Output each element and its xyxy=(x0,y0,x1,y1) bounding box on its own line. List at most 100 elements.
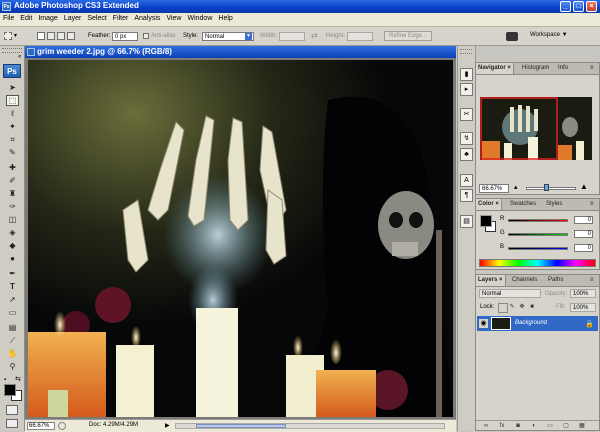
character-panel-icon[interactable]: A xyxy=(460,174,473,187)
height-input[interactable] xyxy=(347,32,373,41)
eye-icon[interactable]: ◉ xyxy=(479,319,488,328)
b-slider[interactable] xyxy=(508,247,568,250)
new-selection-icon[interactable] xyxy=(37,32,45,40)
navigator-zoom-slider[interactable] xyxy=(526,187,576,190)
tab-histogram[interactable]: Histogram xyxy=(520,63,551,74)
intersect-selection-icon[interactable] xyxy=(67,32,75,40)
tab-channels[interactable]: Channels xyxy=(510,275,539,286)
fill-input[interactable]: 100% xyxy=(570,303,596,312)
magic-wand-tool-icon[interactable]: ✦ xyxy=(6,121,19,132)
swap-arrows-icon[interactable]: ⇄ xyxy=(311,31,318,40)
document-title-bar[interactable]: grim weeder 2.jpg @ 66.7% (RGB/8) xyxy=(25,46,456,58)
tab-navigator[interactable]: Navigator × xyxy=(476,63,514,74)
close-button[interactable]: × xyxy=(586,1,597,12)
lock-transparency-icon[interactable] xyxy=(498,303,508,313)
zoom-in-icon[interactable]: ▲ xyxy=(580,182,590,192)
tab-color[interactable]: Color × xyxy=(476,199,502,210)
screen-mode-icon[interactable] xyxy=(6,419,18,428)
clone-source-icon[interactable]: ✂ xyxy=(460,108,473,121)
minimize-button[interactable]: _ xyxy=(560,1,571,12)
g-value-input[interactable]: 0 xyxy=(574,230,593,238)
r-value-input[interactable]: 0 xyxy=(574,216,593,224)
history-brush-tool-icon[interactable]: ✑ xyxy=(6,201,19,212)
width-input[interactable] xyxy=(279,32,305,41)
menu-edit[interactable]: Edit xyxy=(17,13,35,22)
status-menu-icon[interactable] xyxy=(58,422,66,430)
layer-row-background[interactable]: ◉ Background 🔒 xyxy=(477,316,598,331)
chevron-down-icon[interactable]: ▾ xyxy=(14,32,17,39)
adjustment-layer-icon[interactable]: ◐ xyxy=(530,422,538,430)
link-layers-icon[interactable]: ∞ xyxy=(482,422,490,430)
brush-tool-icon[interactable]: ✐ xyxy=(6,175,19,186)
layer-style-icon[interactable]: fx xyxy=(498,422,506,430)
path-selection-tool-icon[interactable]: ➚ xyxy=(6,294,19,305)
image-canvas[interactable] xyxy=(28,60,453,417)
crop-tool-icon[interactable]: ⌗ xyxy=(6,134,19,145)
panel-menu-icon[interactable]: ≡ xyxy=(588,275,596,286)
eyedropper-tool-icon[interactable]: ⟋ xyxy=(6,335,19,346)
color-ramp[interactable] xyxy=(479,259,596,267)
opacity-input[interactable]: 100% xyxy=(570,289,596,298)
move-tool-icon[interactable]: ➤ xyxy=(6,82,19,93)
history-panel-icon[interactable]: ↯ xyxy=(460,132,473,145)
lock-all-icon[interactable]: ■ xyxy=(528,303,536,311)
quick-mask-icon[interactable] xyxy=(6,405,18,415)
tab-swatches[interactable]: Swatches xyxy=(508,199,538,210)
maximize-button[interactable]: □ xyxy=(573,1,584,12)
b-value-input[interactable]: 0 xyxy=(574,244,593,252)
slice-tool-icon[interactable]: ✎ xyxy=(6,147,19,158)
healing-brush-tool-icon[interactable]: ✚ xyxy=(6,162,19,173)
blend-mode-select[interactable]: Normal xyxy=(479,289,541,298)
subtract-selection-icon[interactable] xyxy=(57,32,65,40)
notes-tool-icon[interactable]: ▤ xyxy=(6,322,19,333)
tab-info[interactable]: Info xyxy=(556,63,570,74)
panel-menu-icon[interactable]: ≡ xyxy=(588,63,596,74)
g-slider[interactable] xyxy=(508,233,568,236)
menu-select[interactable]: Select xyxy=(84,13,109,22)
swap-colors-icon[interactable]: ⇆ xyxy=(15,375,21,383)
pen-tool-icon[interactable]: ✒ xyxy=(6,268,19,279)
status-arrow-icon[interactable]: ▶ xyxy=(165,422,170,429)
foreground-color-swatch[interactable] xyxy=(4,384,16,396)
navigator-zoom-field[interactable]: 66.67% xyxy=(479,184,509,193)
eraser-tool-icon[interactable]: ◫ xyxy=(6,214,19,225)
new-layer-icon[interactable]: ▢ xyxy=(562,422,570,430)
antialias-checkbox[interactable] xyxy=(143,33,149,39)
hand-tool-icon[interactable]: ✋ xyxy=(6,348,19,359)
menu-window[interactable]: Window xyxy=(184,13,215,22)
default-colors-icon[interactable]: ▪ xyxy=(4,377,6,383)
shape-tool-icon[interactable]: ▭ xyxy=(6,307,19,318)
marquee-preset-icon[interactable] xyxy=(4,32,12,40)
tab-layers[interactable]: Layers × xyxy=(476,275,506,286)
foreground-color-swatch[interactable] xyxy=(480,215,492,227)
tool-presets-icon[interactable]: ▸ xyxy=(460,83,473,96)
paint-bucket-tool-icon[interactable]: ◈ xyxy=(6,227,19,238)
lock-position-icon[interactable]: ✥ xyxy=(518,303,526,311)
zoom-out-icon[interactable]: ▴ xyxy=(514,183,522,191)
menu-analysis[interactable]: Analysis xyxy=(131,13,163,22)
panel-menu-icon[interactable]: ≡ xyxy=(588,199,596,210)
workspace-button[interactable]: Workspace ▼ xyxy=(530,32,568,38)
horizontal-scrollbar[interactable] xyxy=(175,423,445,429)
zoom-field[interactable]: 66.67% xyxy=(27,422,55,430)
feather-input[interactable]: 0 px xyxy=(112,32,138,41)
r-slider[interactable] xyxy=(508,219,568,222)
layer-comps-icon[interactable]: ▤ xyxy=(460,215,473,228)
paragraph-panel-icon[interactable]: ¶ xyxy=(460,189,473,202)
panel-grip[interactable] xyxy=(460,49,472,54)
style-select[interactable]: Normal ▼ xyxy=(202,32,254,41)
trash-icon[interactable]: ▦ xyxy=(578,422,586,430)
add-selection-icon[interactable] xyxy=(47,32,55,40)
slider-thumb[interactable] xyxy=(544,184,549,191)
brushes-panel-icon[interactable]: ▮ xyxy=(460,68,473,81)
lock-pixels-icon[interactable]: ✎ xyxy=(508,303,516,311)
dodge-tool-icon[interactable]: ● xyxy=(6,253,19,264)
marquee-tool-icon[interactable]: ⬚ xyxy=(6,95,19,106)
actions-panel-icon[interactable]: ♣ xyxy=(460,148,473,161)
tab-paths[interactable]: Paths xyxy=(546,275,565,286)
clone-stamp-tool-icon[interactable]: ♜ xyxy=(6,188,19,199)
collapse-arrows-icon[interactable]: « xyxy=(18,54,21,60)
menu-image[interactable]: Image xyxy=(35,13,60,22)
menu-filter[interactable]: Filter xyxy=(110,13,132,22)
menu-help[interactable]: Help xyxy=(215,13,235,22)
